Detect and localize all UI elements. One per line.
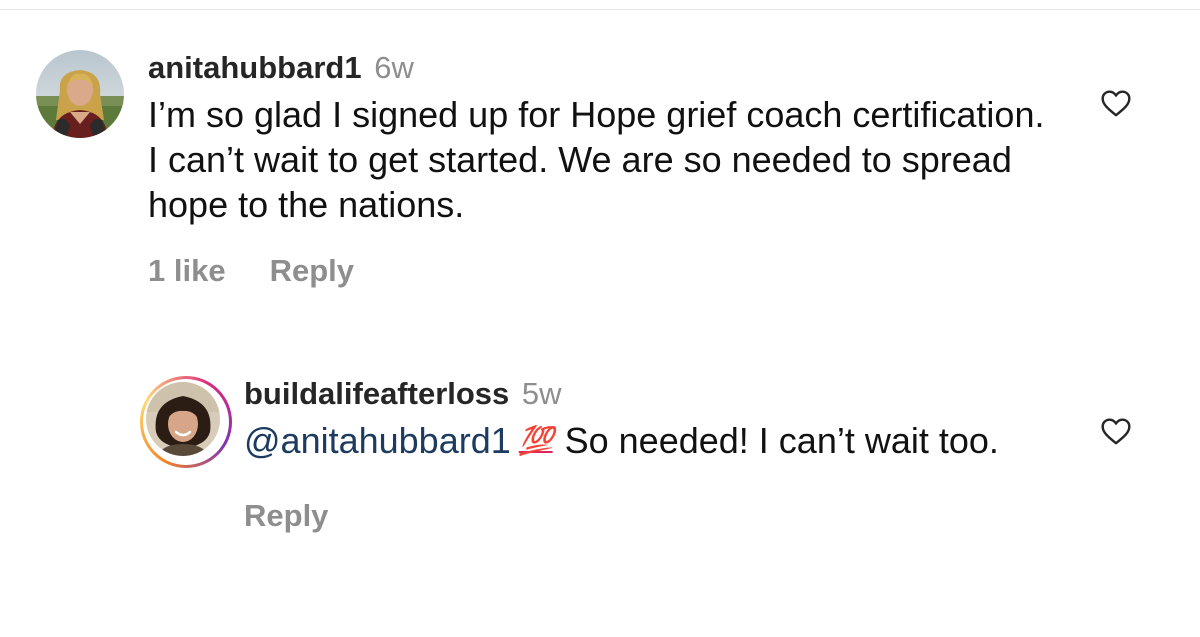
comment-text: I’m so glad I signed up for Hope grief c…: [148, 94, 1045, 225]
avatar-photo-icon: [146, 382, 220, 456]
hundred-points-emoji-icon: 💯: [518, 425, 554, 456]
like-count[interactable]: 1 like: [148, 253, 226, 288]
comment-actions: 1 like Reply: [148, 253, 1048, 289]
heart-icon[interactable]: [1099, 86, 1133, 120]
timestamp[interactable]: 5w: [522, 376, 562, 411]
reply-button[interactable]: Reply: [244, 498, 328, 533]
username[interactable]: buildalifeafterloss: [244, 376, 509, 411]
avatar-story-ring[interactable]: [140, 376, 232, 468]
top-divider: [0, 9, 1200, 10]
reply-button[interactable]: Reply: [270, 253, 354, 288]
avatar-photo-icon: [36, 50, 124, 138]
comment-body: So needed! I can’t wait too.: [564, 420, 999, 461]
avatar[interactable]: [36, 50, 124, 138]
comment-actions: Reply: [244, 498, 1104, 534]
mention-link[interactable]: @anitahubbard1: [244, 420, 511, 461]
timestamp[interactable]: 6w: [374, 50, 414, 85]
comment-header: buildalifeafterloss 5w: [244, 376, 1104, 412]
comment-text: @anitahubbard1 💯 So needed! I can’t wait t…: [244, 418, 1104, 463]
heart-icon[interactable]: [1099, 414, 1133, 448]
username[interactable]: anitahubbard1: [148, 50, 362, 85]
comment-header: anitahubbard1 6w: [148, 50, 1048, 86]
avatar: [146, 382, 220, 456]
